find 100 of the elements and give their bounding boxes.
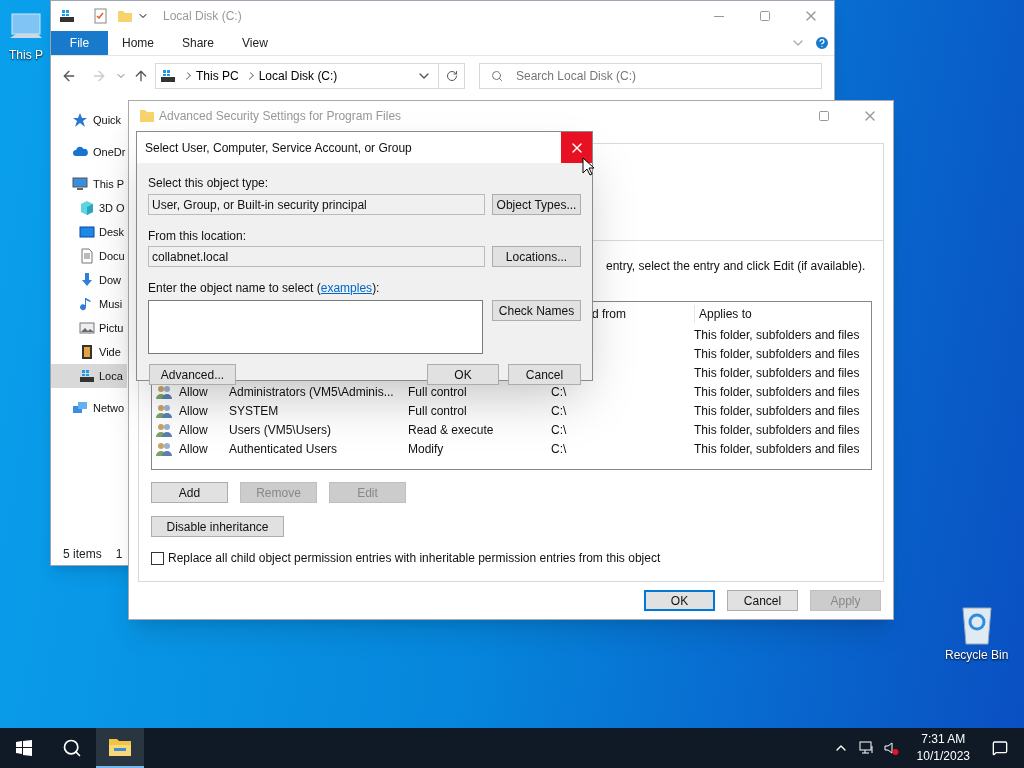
network-icon[interactable] <box>858 740 875 756</box>
table-cell: Allow <box>179 441 208 456</box>
ribbon-tab[interactable]: Home <box>108 31 168 55</box>
desktop-icon-label[interactable]: Recycle Bin <box>945 646 1009 664</box>
nav-item[interactable]: Pictu <box>51 316 127 340</box>
object-type-field: User, Group, or Built-in security principal <box>148 194 485 215</box>
table-cell: Allow <box>179 422 208 437</box>
checkbox-label: Replace all child object permission entries with inheritable permission entries from this object <box>168 550 661 567</box>
folder-icon <box>108 737 132 757</box>
location-field: collabnet.local <box>148 246 485 267</box>
field-label: Select this object type: <box>148 175 270 192</box>
search-icon <box>62 738 82 758</box>
table-cell-text: This folder, subfolders and files <box>694 383 860 401</box>
nav-item[interactable]: This P <box>51 172 127 196</box>
locations-button[interactable]: Locations... <box>492 246 581 267</box>
close-button[interactable] <box>561 132 592 163</box>
nav-item[interactable]: Docu <box>51 244 127 268</box>
breadcrumb[interactable]: This PC <box>196 67 239 85</box>
table-cell: C:\ <box>551 422 567 437</box>
dialog-button[interactable]: Cancel <box>727 590 798 611</box>
checkbox[interactable] <box>151 551 164 565</box>
address-bar[interactable]: This PC Local Disk (C:) <box>155 63 465 89</box>
dialog-button[interactable]: OK <box>644 590 715 611</box>
status-text: 1 <box>115 546 123 563</box>
object-types-button[interactable]: Object Types... <box>492 194 581 215</box>
permission-row[interactable]: Allow Users (VM5\Users) Read & execute C:\ This folder, subfolders and files <box>152 420 871 439</box>
object-name-field[interactable] <box>148 300 483 354</box>
table-cell: Full control <box>408 384 467 399</box>
clock[interactable]: 7:31 AM 10/1/2023 <box>910 731 976 765</box>
disable-inheritance-button[interactable]: Disable inheritance <box>151 516 284 537</box>
film-icon <box>79 344 95 360</box>
column-header[interactable]: Applies to <box>694 304 752 323</box>
table-cell: Modify <box>408 441 444 456</box>
maximize-icon <box>818 110 830 122</box>
window-title: Advanced Security Settings for Program Files <box>159 108 402 125</box>
window-title: Local Disk (C:) <box>163 8 242 25</box>
table-cell: Administrators (VM5\Adminis... <box>229 384 394 399</box>
nav-item[interactable]: Netwo <box>51 396 127 420</box>
minimize-icon <box>714 15 724 17</box>
table-cell-text: This folder, subfolders and files <box>694 402 860 420</box>
mouse-cursor-icon <box>582 157 594 176</box>
users-icon <box>156 421 172 438</box>
table-cell-text: This folder, subfolders and files <box>694 345 860 363</box>
table-cell: Allow <box>179 384 208 399</box>
table-cell: Full control <box>408 403 467 418</box>
table-cell: Authenticated Users <box>229 441 338 456</box>
permission-row[interactable]: Allow Authenticated Users Modify C:\ This folder, subfolders and files <box>152 439 871 458</box>
file-explorer-taskbar-button[interactable] <box>96 728 144 768</box>
field-label: Enter the object name to select (examples): <box>148 280 381 297</box>
users-icon <box>156 402 172 419</box>
monitor-icon <box>72 176 88 192</box>
breadcrumb[interactable]: Local Disk (C:) <box>258 67 338 85</box>
ok-button[interactable]: OK <box>427 364 499 385</box>
status-text: 5 items <box>63 546 102 563</box>
nav-item[interactable]: Musi <box>51 292 127 316</box>
examples-link[interactable]: examples <box>320 281 373 295</box>
users-icon <box>156 440 172 457</box>
refresh-icon[interactable] <box>445 70 458 82</box>
ribbon-tab[interactable]: View <box>228 31 282 55</box>
dialog-title: Select User, Computer, Service Account, or Group <box>145 139 412 157</box>
cube-icon <box>79 200 95 216</box>
table-cell-text: This folder, subfolders and files <box>694 421 860 439</box>
windows-logo-icon <box>16 740 32 756</box>
search-icon <box>491 70 503 82</box>
checklist-icon[interactable] <box>93 8 109 24</box>
nav-item[interactable]: Vide <box>51 340 127 364</box>
drive-icon <box>160 68 176 84</box>
table-cell: Users (VM5\Users) <box>229 422 331 437</box>
cancel-button[interactable]: Cancel <box>508 364 581 385</box>
help-icon[interactable] <box>814 35 830 51</box>
download-icon <box>79 272 95 288</box>
permission-row[interactable]: Allow SYSTEM Full control C:\ This folder, subfolders and files <box>152 401 871 420</box>
desktop-icon <box>79 224 95 240</box>
entry-button[interactable]: Add <box>151 482 228 503</box>
folder-icon <box>139 108 155 124</box>
nav-item[interactable]: Dow <box>51 268 127 292</box>
field-label: From this location: <box>148 228 248 245</box>
table-cell: Read & execute <box>408 422 494 437</box>
search-field[interactable]: Search Local Disk (C:) <box>479 63 822 89</box>
volume-icon[interactable] <box>882 740 899 756</box>
back-icon[interactable] <box>61 68 77 84</box>
table-cell: C:\ <box>551 441 567 456</box>
users-icon <box>156 383 172 400</box>
table-cell: C:\ <box>551 403 567 418</box>
nav-item[interactable]: Loca <box>51 364 127 388</box>
star-icon <box>72 112 88 128</box>
table-cell: SYSTEM <box>229 403 279 418</box>
file-tab[interactable]: File <box>51 31 108 55</box>
nav-item[interactable]: Desk <box>51 220 127 244</box>
nav-item[interactable]: 3D O <box>51 196 127 220</box>
nav-item[interactable]: Quick <box>51 108 127 132</box>
maximize-icon <box>759 10 771 22</box>
notification-icon[interactable] <box>992 740 1008 756</box>
permission-row[interactable]: Allow Administrators (VM5\Adminis... Full control C:\ This folder, subfolders and files <box>152 382 871 401</box>
advanced-button[interactable]: Advanced... <box>149 364 236 385</box>
ribbon-tab[interactable]: Share <box>168 31 229 55</box>
up-icon[interactable] <box>133 68 149 84</box>
check-names-button[interactable]: Check Names <box>492 300 581 321</box>
nav-item[interactable]: OneDr <box>51 140 127 164</box>
drive-icon <box>59 8 75 24</box>
